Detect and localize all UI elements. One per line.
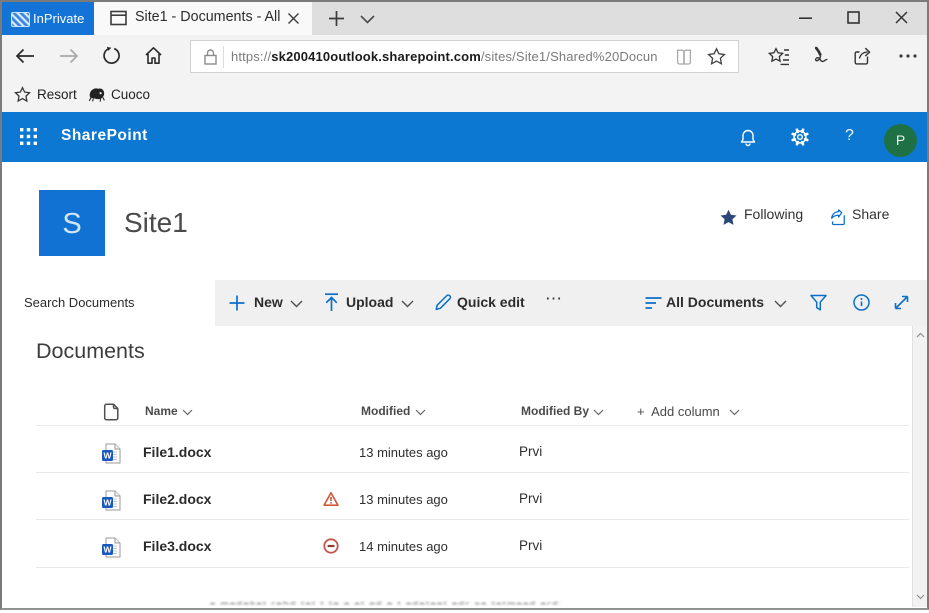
svg-text:W: W <box>103 450 112 460</box>
svg-text:W: W <box>103 544 112 554</box>
svg-text:W: W <box>103 497 112 507</box>
